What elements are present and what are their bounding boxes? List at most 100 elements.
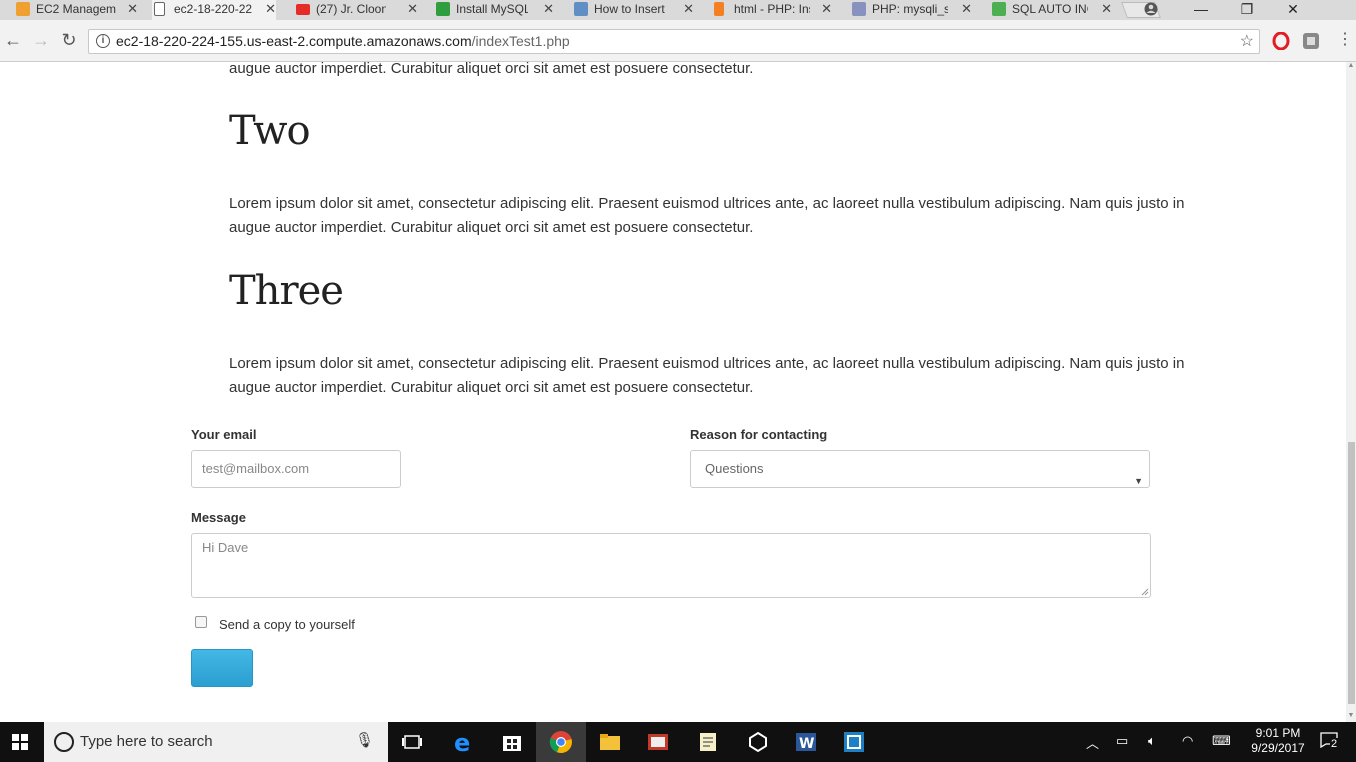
page-icon xyxy=(154,2,165,16)
chrome-taskbar-item[interactable] xyxy=(536,722,586,762)
scrollbar-thumb[interactable] xyxy=(1348,442,1355,704)
close-icon[interactable]: ✕ xyxy=(683,1,694,17)
youtube-icon xyxy=(296,4,310,15)
file-explorer-icon[interactable] xyxy=(598,730,622,754)
email-placeholder: test@mailbox.com xyxy=(202,461,310,476)
reason-label: Reason for contacting xyxy=(690,427,828,442)
show-hidden-icons-chevron-icon[interactable]: ︿ xyxy=(1086,733,1099,752)
aws-cube-icon xyxy=(16,2,30,16)
tab-0[interactable]: EC2 Managem ✕ xyxy=(14,0,138,20)
caret-down-icon: ▼ xyxy=(1134,476,1143,486)
restore-button[interactable]: ❐ xyxy=(1224,0,1270,20)
page-viewport: augue auctor imperdiet. Curabitur alique… xyxy=(0,62,1346,722)
address-bar[interactable]: i ec2-18-220-224-155.us-east-2.compute.a… xyxy=(88,29,1260,54)
unity-icon[interactable] xyxy=(746,730,770,754)
chrome-icon xyxy=(549,731,572,754)
opera-icon[interactable] xyxy=(1272,31,1290,51)
section-heading-three: Three xyxy=(229,268,344,314)
menu-dots-icon[interactable]: ⋮ xyxy=(1334,30,1356,52)
word-icon[interactable]: W xyxy=(794,730,818,754)
scroll-up-arrow-icon[interactable]: ▲ xyxy=(1346,62,1356,72)
tab-6[interactable]: PHP: mysqli_st ✕ xyxy=(850,0,972,20)
close-window-button[interactable]: ✕ xyxy=(1270,0,1316,20)
battery-icon[interactable]: ▭ xyxy=(1116,733,1128,749)
window-controls: — ❐ ✕ xyxy=(1144,0,1356,20)
minimize-button[interactable]: — xyxy=(1178,0,1224,20)
tab-7[interactable]: SQL AUTO INC ✕ xyxy=(990,0,1112,20)
start-button[interactable] xyxy=(0,722,44,762)
close-icon[interactable]: ✕ xyxy=(961,1,972,17)
reason-select[interactable]: Questions ▼ xyxy=(690,450,1150,488)
profile-icon[interactable] xyxy=(1128,0,1174,20)
tab-title: (27) Jr. Clooney xyxy=(316,2,386,16)
tab-5[interactable]: html - PHP: Ins ✕ xyxy=(712,0,832,20)
svg-text:e: e xyxy=(454,730,470,754)
resize-handle-icon[interactable] xyxy=(1141,588,1149,596)
blog-icon xyxy=(574,2,588,16)
tab-title: SQL AUTO INC xyxy=(1012,2,1088,16)
partial-paragraph: augue auctor imperdiet. Curabitur alique… xyxy=(229,62,754,77)
tab-3[interactable]: Install MySQL ✕ xyxy=(434,0,554,20)
url-text: ec2-18-220-224-155.us-east-2.compute.ama… xyxy=(116,30,570,53)
app-icon[interactable] xyxy=(842,730,866,754)
message-placeholder: Hi Dave xyxy=(202,540,249,555)
keyboard-icon[interactable]: ⌨ xyxy=(1212,733,1231,749)
email-field[interactable]: test@mailbox.com xyxy=(191,450,401,488)
tab-title: EC2 Managem xyxy=(36,2,117,16)
section-paragraph: Lorem ipsum dolor sit amet, consectetur … xyxy=(229,192,1209,240)
close-icon[interactable]: ✕ xyxy=(127,1,138,17)
reason-selected-value: Questions xyxy=(705,461,764,476)
taskbar-search[interactable]: Type here to search 🎙︎ xyxy=(44,722,388,762)
action-center-icon[interactable]: 2 xyxy=(1320,732,1342,752)
snipping-tool-icon[interactable] xyxy=(646,730,670,754)
windows-taskbar: Type here to search 🎙︎ e W ︿ ▭ 🔈︎ ◠ ⌨ 9:… xyxy=(0,722,1356,762)
task-view-icon[interactable] xyxy=(400,730,424,754)
info-icon[interactable]: i xyxy=(96,34,110,48)
cortana-icon xyxy=(54,732,74,752)
url-path: /indexTest1.php xyxy=(471,33,570,49)
scroll-down-arrow-icon[interactable]: ▼ xyxy=(1346,712,1356,722)
notepad-icon[interactable] xyxy=(696,730,720,754)
paragraph-line: Lorem ipsum dolor sit amet, consectetur … xyxy=(229,355,1185,372)
volume-icon[interactable]: 🔈︎ xyxy=(1148,733,1156,749)
wifi-icon[interactable]: ◠ xyxy=(1182,733,1193,749)
store-icon[interactable] xyxy=(500,730,524,754)
tab-title: PHP: mysqli_st xyxy=(872,2,948,16)
stackoverflow-icon xyxy=(714,2,724,16)
browser-toolbar: ← → ↻ i ec2-18-220-224-155.us-east-2.com… xyxy=(0,20,1356,62)
clock-time: 9:01 PM xyxy=(1255,726,1301,740)
paragraph-line: augue auctor imperdiet. Curabitur alique… xyxy=(229,379,754,396)
close-icon[interactable]: ✕ xyxy=(407,1,418,17)
back-arrow-icon[interactable]: ← xyxy=(2,30,24,52)
reload-icon[interactable]: ↻ xyxy=(58,30,80,52)
paragraph-line: augue auctor imperdiet. Curabitur alique… xyxy=(229,219,754,236)
tab-1[interactable]: ec2-18-220-22 ✕ xyxy=(152,0,276,20)
clock-date: 9/29/2017 xyxy=(1251,741,1305,755)
microphone-icon[interactable]: 🎙︎ xyxy=(355,731,374,749)
message-label: Message xyxy=(191,510,246,525)
close-icon[interactable]: ✕ xyxy=(821,1,832,17)
svg-text:W: W xyxy=(799,736,814,752)
message-textarea[interactable]: Hi Dave xyxy=(191,533,1151,598)
edge-icon[interactable]: e xyxy=(452,729,476,757)
close-icon[interactable]: ✕ xyxy=(1101,1,1112,17)
search-placeholder: Type here to search xyxy=(80,733,213,750)
tab-2[interactable]: (27) Jr. Clooney ✕ xyxy=(294,0,418,20)
extension-icon[interactable] xyxy=(1302,32,1320,50)
tab-title: ec2-18-220-22 xyxy=(174,2,253,16)
send-copy-checkbox[interactable] xyxy=(195,616,207,628)
php-icon xyxy=(852,2,866,16)
system-clock[interactable]: 9:01 PM 9/29/2017 xyxy=(1244,726,1312,756)
vertical-scrollbar[interactable]: ▲ ▼ xyxy=(1346,62,1356,722)
submit-button[interactable] xyxy=(191,649,253,687)
send-copy-label: Send a copy to yourself xyxy=(219,617,355,632)
url-host: ec2-18-220-224-155.us-east-2.compute.ama… xyxy=(116,33,472,49)
close-icon[interactable]: ✕ xyxy=(543,1,554,17)
forward-arrow-icon[interactable]: → xyxy=(30,30,52,52)
section-heading-two: Two xyxy=(229,108,311,154)
tab-4[interactable]: How to Insert ✕ xyxy=(572,0,694,20)
close-icon[interactable]: ✕ xyxy=(265,1,276,17)
star-icon[interactable]: ☆ xyxy=(1240,30,1254,53)
windows-logo-icon xyxy=(12,734,28,750)
tab-title: How to Insert xyxy=(594,2,665,16)
